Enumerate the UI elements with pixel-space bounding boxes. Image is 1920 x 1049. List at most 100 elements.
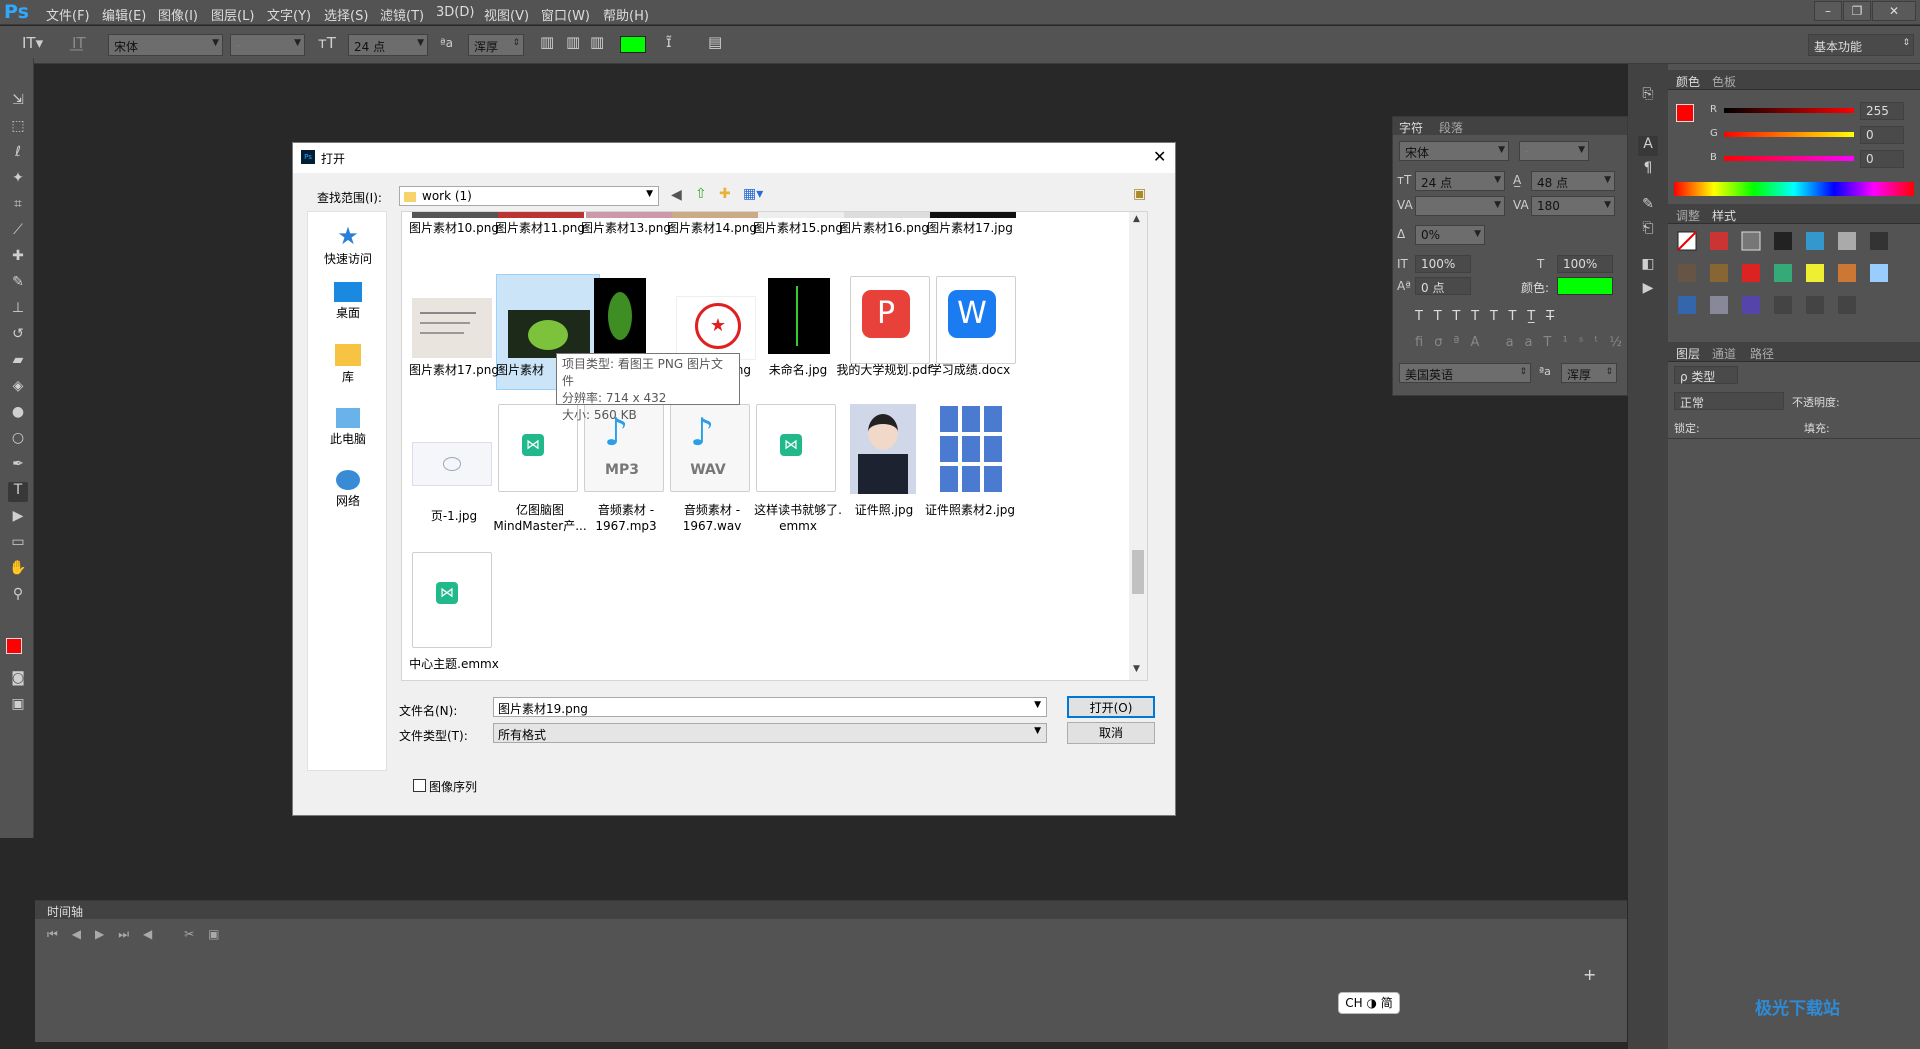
tab-color[interactable]: 颜色: [1676, 73, 1700, 90]
filetype-select[interactable]: 所有格式 ▼: [493, 723, 1047, 743]
blur-tool-icon[interactable]: ●: [8, 404, 28, 424]
marquee-tool-icon[interactable]: ⬚: [8, 118, 28, 138]
scrollbar[interactable]: ▲ ▼: [1129, 212, 1147, 680]
align-left-icon[interactable]: ▥: [540, 33, 554, 51]
menu-image[interactable]: 图像(I): [158, 5, 198, 24]
clone-source-icon[interactable]: ⎗: [1638, 220, 1658, 240]
shape-tool-icon[interactable]: ▭: [8, 534, 28, 554]
r-slider[interactable]: [1724, 108, 1854, 113]
tab-swatches[interactable]: 色板: [1712, 73, 1736, 90]
menu-file[interactable]: 文件(F): [46, 5, 90, 24]
folder-preview-icon[interactable]: ▣: [1133, 186, 1146, 202]
places-this-pc[interactable]: 此电脑: [308, 406, 388, 447]
text-color-swatch[interactable]: [620, 36, 646, 53]
ime-indicator[interactable]: CH ◑ 简: [1338, 992, 1400, 1014]
menu-3d[interactable]: 3D(D): [436, 5, 474, 20]
font-style-select[interactable]: - ▼: [230, 34, 305, 56]
quick-mask-icon[interactable]: ◙: [8, 670, 28, 690]
b-value[interactable]: 0: [1860, 150, 1904, 168]
menu-layer[interactable]: 图层(L): [211, 5, 254, 24]
char-style-select[interactable]: - ▼: [1519, 141, 1589, 161]
g-value[interactable]: 0: [1860, 126, 1904, 144]
char-kerning-select[interactable]: ▼: [1415, 196, 1505, 216]
lookin-select[interactable]: work (1) ▼: [399, 186, 659, 206]
actions-panel-icon[interactable]: ▶: [1638, 280, 1658, 300]
align-right-icon[interactable]: ▥: [590, 33, 604, 51]
tab-adjustments[interactable]: 调整: [1676, 207, 1700, 224]
menu-help[interactable]: 帮助(H): [603, 5, 649, 24]
toggle-orientation-icon[interactable]: I͟T: [72, 34, 86, 52]
brush-tool-icon[interactable]: ✎: [8, 274, 28, 294]
language-select[interactable]: 美国英语 ⇕: [1399, 363, 1531, 383]
stamp-tool-icon[interactable]: ⊥: [8, 300, 28, 320]
healing-brush-icon[interactable]: ✚: [8, 248, 28, 268]
blend-mode-select[interactable]: 正常: [1674, 392, 1784, 410]
char-baseline-input[interactable]: 0 点: [1415, 277, 1471, 295]
character-panel-icon[interactable]: A: [1638, 136, 1658, 156]
layer-filter-select[interactable]: ρ 类型: [1674, 366, 1738, 384]
back-icon[interactable]: ◀: [671, 187, 682, 203]
places-desktop[interactable]: 桌面: [308, 280, 388, 321]
foreground-color-swatch[interactable]: [6, 638, 22, 654]
tab-paragraph[interactable]: 段落: [1439, 119, 1463, 136]
minimize-icon[interactable]: –: [1814, 1, 1842, 21]
char-hscale-input[interactable]: 100%: [1557, 255, 1613, 273]
menu-view[interactable]: 视图(V): [484, 5, 529, 24]
menu-edit[interactable]: 编辑(E): [102, 5, 146, 24]
workspace-select[interactable]: 基本功能 ⇕: [1808, 34, 1914, 56]
paint-bucket-icon[interactable]: ◈: [8, 378, 28, 398]
file-item-center-topic[interactable]: 中心主题.emmx: [402, 656, 506, 672]
magic-wand-icon[interactable]: ✦: [8, 170, 28, 190]
history-brush-icon[interactable]: ↺: [8, 326, 28, 346]
playback-controls[interactable]: ⏮◀▶⏭◀ ✂▣: [47, 927, 234, 942]
properties-panel-icon[interactable]: ◧: [1638, 256, 1658, 276]
zoom-tool-icon[interactable]: ⚲: [8, 586, 28, 606]
new-folder-icon[interactable]: ✚: [719, 186, 731, 202]
tab-character[interactable]: 字符: [1399, 119, 1423, 136]
eyedropper-icon[interactable]: ⟋: [8, 222, 28, 242]
filename-input[interactable]: 图片素材19.png ▼: [493, 697, 1047, 717]
char-antialias-select[interactable]: 浑厚 ⇕: [1561, 363, 1617, 383]
char-scale-select[interactable]: 0% ▼: [1415, 225, 1485, 245]
file-item-idphoto2[interactable]: 证件照素材2.jpg: [918, 502, 1022, 518]
char-color-swatch[interactable]: [1557, 277, 1613, 295]
open-button[interactable]: 打开(O): [1067, 696, 1155, 718]
pen-tool-icon[interactable]: ✒: [8, 456, 28, 476]
char-vscale-input[interactable]: 100%: [1415, 255, 1471, 273]
close-icon[interactable]: ✕: [1872, 1, 1916, 21]
menu-select[interactable]: 选择(S): [324, 5, 368, 24]
menu-window[interactable]: 窗口(W): [541, 5, 590, 24]
file-item-docx[interactable]: 学习成绩.docx: [918, 362, 1022, 378]
eraser-tool-icon[interactable]: ▰: [8, 352, 28, 372]
color-spectrum[interactable]: [1674, 182, 1914, 196]
paragraph-panel-icon[interactable]: ¶: [1638, 160, 1658, 180]
places-network[interactable]: 网络: [308, 468, 388, 509]
menu-type[interactable]: 文字(Y): [267, 5, 311, 24]
warp-text-icon[interactable]: ɪ̃: [666, 33, 672, 51]
image-sequence-checkbox[interactable]: [413, 779, 426, 792]
tab-layers[interactable]: 图层: [1676, 345, 1700, 362]
tab-paths[interactable]: 路径: [1750, 345, 1774, 362]
antialias-select[interactable]: 浑厚 ⇕: [468, 34, 524, 56]
lasso-tool-icon[interactable]: ℓ: [8, 144, 28, 164]
restore-icon[interactable]: ❐: [1843, 1, 1871, 21]
hand-tool-icon[interactable]: ✋: [8, 560, 28, 580]
char-leading-select[interactable]: 48 点 ▼: [1531, 171, 1615, 191]
move-tool-icon[interactable]: ⇲: [8, 92, 28, 112]
r-value[interactable]: 255: [1860, 102, 1904, 120]
styles-swatches[interactable]: [1676, 230, 1912, 334]
dodge-tool-icon[interactable]: ○: [8, 430, 28, 450]
align-center-icon[interactable]: ▥: [566, 33, 580, 51]
screen-mode-icon[interactable]: ▣: [8, 696, 28, 716]
places-library[interactable]: 库: [308, 342, 388, 385]
history-panel-icon[interactable]: ⎘: [1638, 86, 1658, 106]
scrollbar-thumb[interactable]: [1132, 550, 1144, 594]
crop-tool-icon[interactable]: ⌗: [8, 196, 28, 216]
tab-channels[interactable]: 通道: [1712, 345, 1736, 362]
cancel-button[interactable]: 取消: [1067, 722, 1155, 744]
color-fg-swatch[interactable]: [1676, 104, 1694, 122]
dialog-close-icon[interactable]: ✕: [1153, 147, 1166, 166]
file-item-17jpg[interactable]: 图片素材17.jpg: [918, 220, 1022, 236]
char-size-select[interactable]: 24 点 ▼: [1415, 171, 1505, 191]
menu-filter[interactable]: 滤镜(T): [380, 5, 424, 24]
